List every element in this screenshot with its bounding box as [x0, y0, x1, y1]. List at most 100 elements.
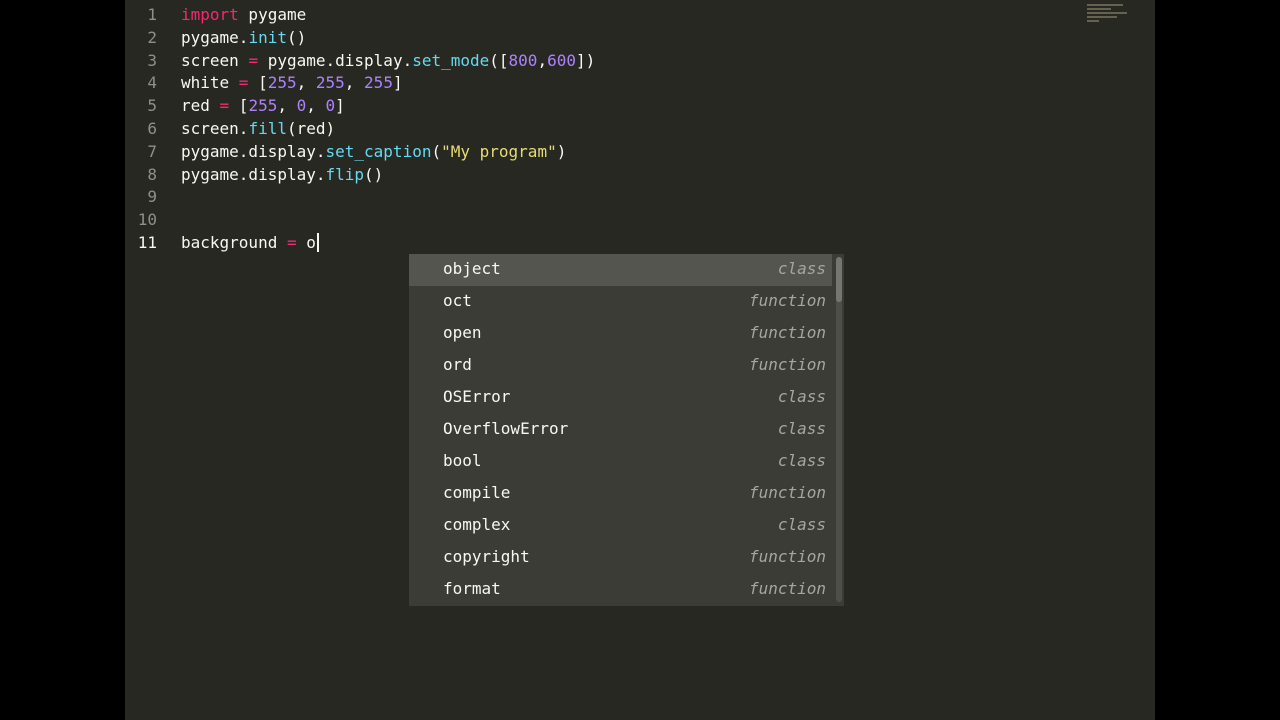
line-number: 8: [147, 164, 157, 184]
code-token: pygame.display.: [258, 50, 413, 70]
autocomplete-item-name: format: [443, 579, 501, 598]
code-token: 255: [364, 73, 393, 93]
code-token: flip: [325, 164, 365, 184]
line-number: 6: [147, 119, 157, 138]
autocomplete-item[interactable]: bool class: [409, 446, 832, 478]
autocomplete-item[interactable]: ord function: [409, 350, 832, 382]
code-line[interactable]: white = [255, 255, 255]: [181, 71, 403, 94]
line-number: 11: [137, 233, 157, 252]
code-token: init: [248, 27, 287, 47]
autocomplete-item[interactable]: compile function: [409, 478, 832, 510]
code-token: =: [219, 96, 230, 116]
code-token: (: [431, 141, 442, 161]
code-token: (): [364, 164, 384, 184]
code-token: =: [286, 233, 297, 252]
code-token: ]: [335, 96, 345, 116]
line-number: 5: [147, 96, 157, 116]
code-token: 255: [315, 73, 345, 93]
code-token: 800: [508, 50, 538, 70]
autocomplete-item[interactable]: OverflowError class: [409, 414, 832, 446]
code-token: ,: [296, 73, 316, 93]
code-token: white: [181, 73, 239, 93]
autocomplete-item-kind: class: [777, 419, 826, 438]
autocomplete-item-name: oct: [443, 291, 472, 310]
code-token: =: [248, 50, 259, 70]
code-token: "My program": [441, 141, 557, 161]
code-token: fill: [248, 119, 287, 138]
code-token: (red): [286, 119, 336, 138]
code-token: set_mode: [412, 50, 490, 70]
autocomplete-item[interactable]: complex class: [409, 510, 832, 542]
code-token: ,: [537, 50, 548, 70]
line-number: 7: [147, 141, 157, 161]
autocomplete-item[interactable]: copyright function: [409, 542, 832, 574]
autocomplete-item-name: bool: [443, 451, 482, 470]
code-token: 0: [325, 96, 336, 116]
line-number: 4: [147, 73, 157, 93]
code-token: background: [181, 233, 287, 252]
autocomplete-item-kind: function: [748, 291, 826, 310]
code-token: [: [229, 96, 249, 116]
code-token: ,: [306, 96, 326, 116]
autocomplete-item-kind: class: [777, 387, 826, 406]
autocomplete-scroll-thumb[interactable]: [836, 257, 842, 302]
code-token: ]): [575, 50, 596, 70]
autocomplete-item-kind: class: [777, 451, 826, 470]
code-token: screen: [181, 50, 249, 70]
line-number: 10: [137, 210, 157, 230]
line-number: 1: [147, 5, 157, 24]
code-line[interactable]: screen.fill(red): [181, 117, 335, 140]
code-token: =: [238, 73, 249, 93]
code-line[interactable]: pygame.display.flip(): [181, 163, 383, 186]
text-cursor: [316, 233, 319, 252]
autocomplete-item[interactable]: format function: [409, 574, 832, 606]
code-line[interactable]: pygame.init(): [181, 26, 306, 49]
autocomplete-item[interactable]: open function: [409, 318, 832, 350]
code-token: [: [248, 73, 268, 93]
autocomplete-item-name: OverflowError: [443, 419, 569, 438]
code-token: ,: [344, 73, 365, 93]
autocomplete-item-kind: class: [777, 259, 826, 278]
code-token: pygame.display.: [181, 164, 326, 184]
code-line[interactable]: import pygame: [181, 3, 306, 26]
minimap[interactable]: [1087, 4, 1127, 24]
autocomplete-item-name: object: [443, 259, 501, 278]
line-number: 3: [147, 50, 157, 70]
code-token: pygame: [238, 5, 307, 24]
autocomplete-item-name: compile: [443, 483, 511, 502]
code-token: pygame.display.: [181, 141, 326, 161]
autocomplete-item-name: ord: [443, 355, 472, 374]
code-token: (): [286, 27, 307, 47]
autocomplete-item-name: open: [443, 323, 482, 342]
code-line[interactable]: screen = pygame.display.set_mode([800,60…: [181, 49, 595, 72]
code-line[interactable]: background = o: [181, 231, 319, 254]
autocomplete-item-kind: function: [748, 579, 826, 598]
code-token: ): [556, 141, 567, 161]
autocomplete-item[interactable]: oct function: [409, 286, 832, 318]
code-line[interactable]: pygame.display.set_caption("My program"): [181, 140, 566, 163]
code-line[interactable]: red = [255, 0, 0]: [181, 94, 345, 117]
autocomplete-item-kind: function: [748, 323, 826, 342]
autocomplete-item[interactable]: object class: [409, 254, 832, 286]
code-token: screen.: [181, 119, 249, 138]
code-token: set_caption: [325, 141, 432, 161]
code-token: 600: [547, 50, 576, 70]
code-token: red: [181, 96, 220, 116]
code-token: 0: [296, 96, 307, 116]
autocomplete-item-kind: function: [748, 547, 826, 566]
code-token: ([: [489, 50, 509, 70]
autocomplete-item[interactable]: OSError class: [409, 382, 832, 414]
autocomplete-item-kind: function: [748, 355, 826, 374]
code-token: pygame.: [181, 27, 249, 47]
line-number: 9: [147, 187, 157, 207]
code-token: ,: [277, 96, 297, 116]
code-token: ]: [392, 73, 403, 93]
autocomplete-popup[interactable]: object class oct function open function ord fun…: [409, 254, 844, 606]
code-editor[interactable]: 1 2 3 4 5 6 7 8 9 10 11 import pygame pygame.init()…: [125, 0, 1155, 720]
autocomplete-item-kind: function: [748, 483, 826, 502]
autocomplete-scrollbar[interactable]: [836, 257, 842, 602]
autocomplete-item-kind: class: [777, 515, 826, 534]
code-token: 255: [267, 73, 297, 93]
code-token: o: [296, 233, 316, 252]
autocomplete-item-name: copyright: [443, 547, 530, 566]
